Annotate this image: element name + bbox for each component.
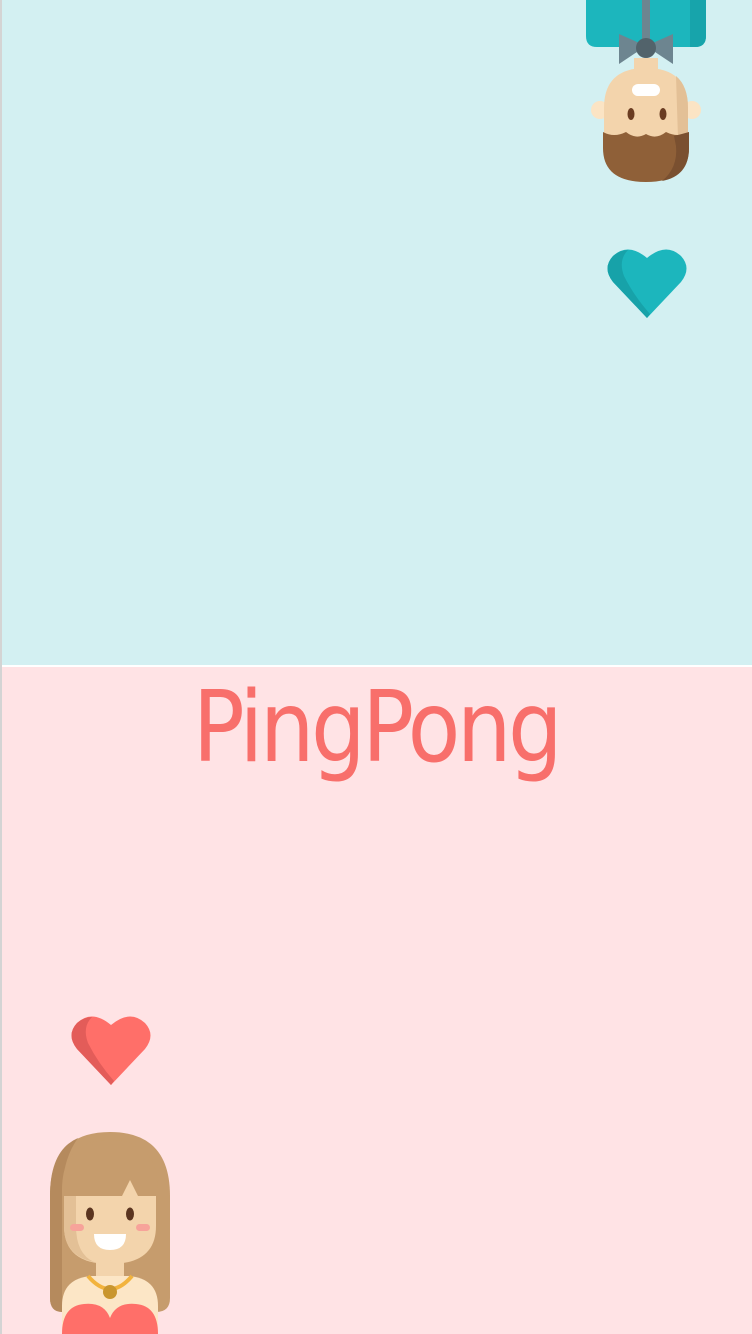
top-heart-ball-icon	[606, 246, 688, 320]
center-net	[2, 665, 752, 667]
game-title: PingPong	[192, 670, 563, 785]
girl-avatar-icon	[48, 1130, 172, 1334]
game-screen[interactable]: PingPong	[0, 0, 752, 1334]
bearded-man-avatar-icon	[586, 0, 708, 186]
bottom-heart-ball-icon	[70, 1013, 152, 1087]
